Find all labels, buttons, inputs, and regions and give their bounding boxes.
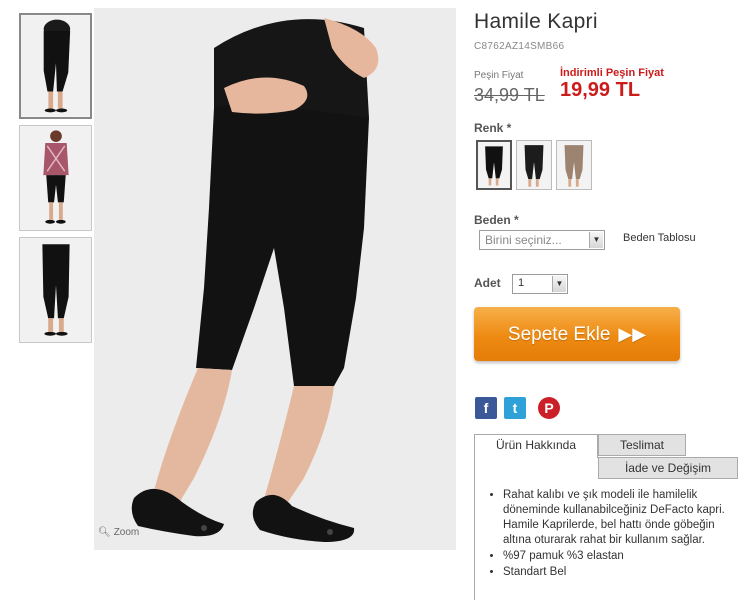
- quantity-select[interactable]: 1 ▼: [512, 274, 568, 294]
- description-item: %97 pamuk %3 elastan: [503, 549, 735, 564]
- twitter-icon[interactable]: t: [504, 397, 526, 419]
- size-label: Beden *: [474, 213, 519, 227]
- add-to-cart-button[interactable]: Sepete Ekle ▶▶: [474, 307, 680, 361]
- color-label: Renk *: [474, 121, 512, 135]
- product-page: 🔍︎ Zoom Hamile Kapri C8762AZ14SMB66 Peşi…: [0, 0, 738, 600]
- magnifier-icon: 🔍︎: [98, 527, 111, 538]
- facebook-icon[interactable]: f: [475, 397, 497, 419]
- swatch-image: [557, 141, 591, 189]
- thumbnail-1[interactable]: [19, 13, 92, 119]
- chevron-down-icon: ▼: [589, 232, 603, 248]
- discount-price-label: İndirimli Peşin Fiyat: [560, 67, 664, 79]
- old-price: 34,99 TL: [474, 85, 545, 105]
- discount-price: 19,99 TL: [560, 79, 641, 101]
- thumbnail-image: [20, 126, 91, 230]
- old-price-label: Peşin Fiyat: [474, 70, 524, 81]
- swatch-image: [478, 142, 510, 188]
- product-description: Rahat kalıbı ve şık modeli ile hamilelik…: [503, 488, 735, 581]
- thumbnail-3[interactable]: [19, 237, 92, 343]
- zoom-label: Zoom: [113, 527, 140, 538]
- tab-panel-border: [474, 457, 475, 600]
- size-select-value: Birini seçiniz...: [485, 233, 562, 247]
- quantity-value: 1: [518, 277, 525, 289]
- pinterest-icon[interactable]: P: [538, 397, 560, 419]
- chevron-down-icon: ▼: [552, 276, 566, 292]
- product-title: Hamile Kapri: [474, 10, 598, 33]
- product-code: C8762AZ14SMB66: [474, 41, 565, 52]
- color-swatch-beige[interactable]: [556, 140, 592, 190]
- color-swatch-black-alt[interactable]: [516, 140, 552, 190]
- tab-delivery[interactable]: Teslimat: [598, 434, 686, 456]
- tab-returns[interactable]: İade ve Değişim: [598, 457, 738, 479]
- description-item: Rahat kalıbı ve şık modeli ile hamilelik…: [503, 488, 735, 548]
- swatch-image: [517, 141, 551, 189]
- thumbnail-2[interactable]: [19, 125, 92, 231]
- add-to-cart-label: Sepete Ekle: [507, 324, 611, 345]
- size-chart-link[interactable]: Beden Tablosu: [623, 232, 696, 244]
- tab-about[interactable]: Ürün Hakkında: [474, 434, 598, 458]
- thumbnail-image: [21, 15, 90, 117]
- thumbnail-image: [20, 238, 91, 342]
- quantity-label: Adet: [474, 276, 501, 290]
- product-photo: [94, 8, 456, 550]
- color-swatch-black[interactable]: [476, 140, 512, 190]
- size-select[interactable]: Birini seçiniz... ▼: [479, 230, 605, 250]
- main-product-image[interactable]: 🔍︎ Zoom: [94, 8, 456, 550]
- description-item: Standart Bel: [503, 565, 735, 580]
- double-arrow-icon: ▶▶: [618, 324, 647, 344]
- zoom-control[interactable]: 🔍︎ Zoom: [98, 527, 139, 538]
